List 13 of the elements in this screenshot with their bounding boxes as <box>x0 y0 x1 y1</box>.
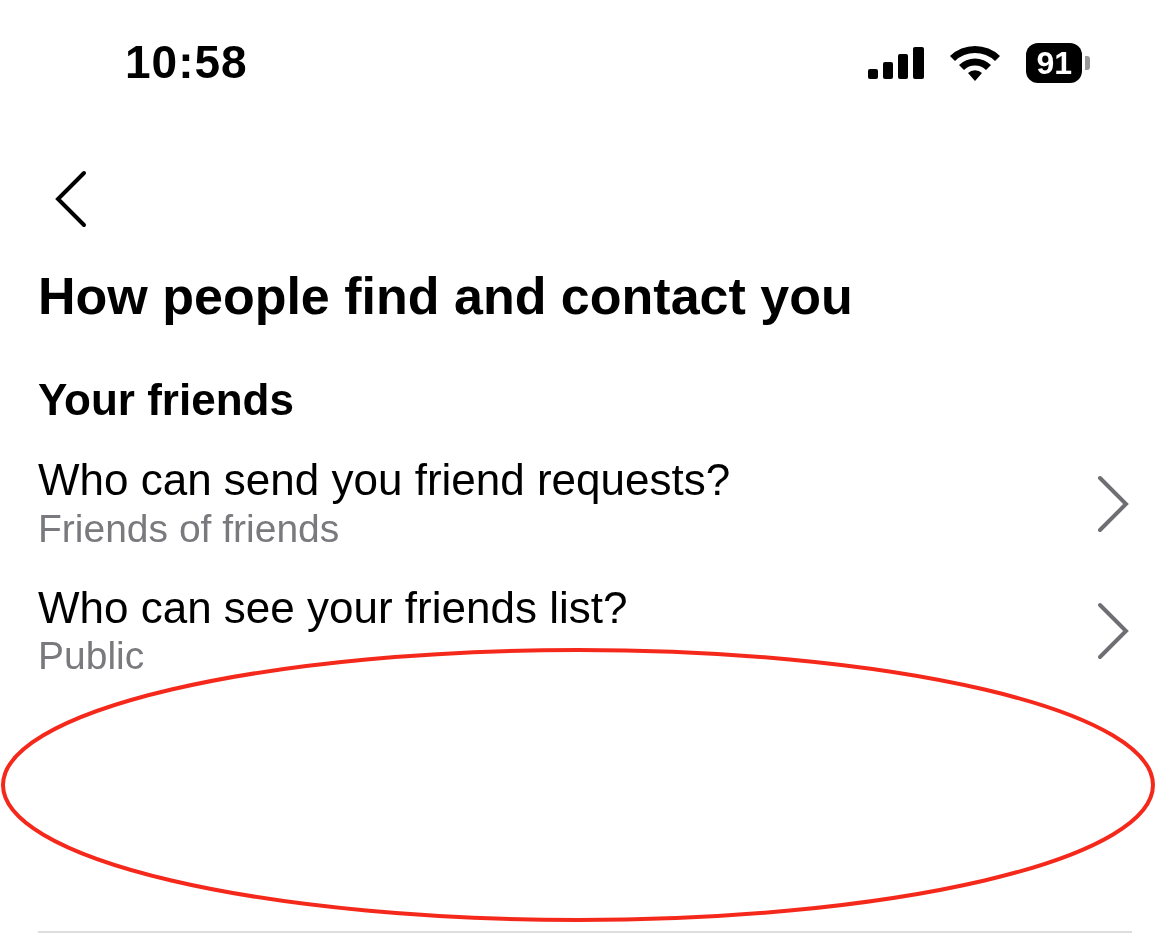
setting-title: Who can see your friends list? <box>38 582 628 634</box>
wifi-icon <box>948 44 1003 81</box>
setting-row[interactable]: Who can send you friend requests? Friends of friends <box>38 455 1132 553</box>
chevron-right-icon <box>1096 602 1130 661</box>
setting-value: Public <box>38 633 146 680</box>
chevron-right-icon <box>1096 475 1130 534</box>
signal-icon <box>868 46 925 79</box>
setting-row[interactable]: Who can see your friends list? Public <box>38 582 1132 681</box>
section-title: Your friends <box>38 374 295 427</box>
page-heading: How people find and contact you <box>38 266 854 327</box>
setting-title: Who can send you friend requests? <box>38 455 731 506</box>
clock-time: 10:58 <box>125 35 248 90</box>
setting-value: Friends of friends <box>38 506 341 552</box>
